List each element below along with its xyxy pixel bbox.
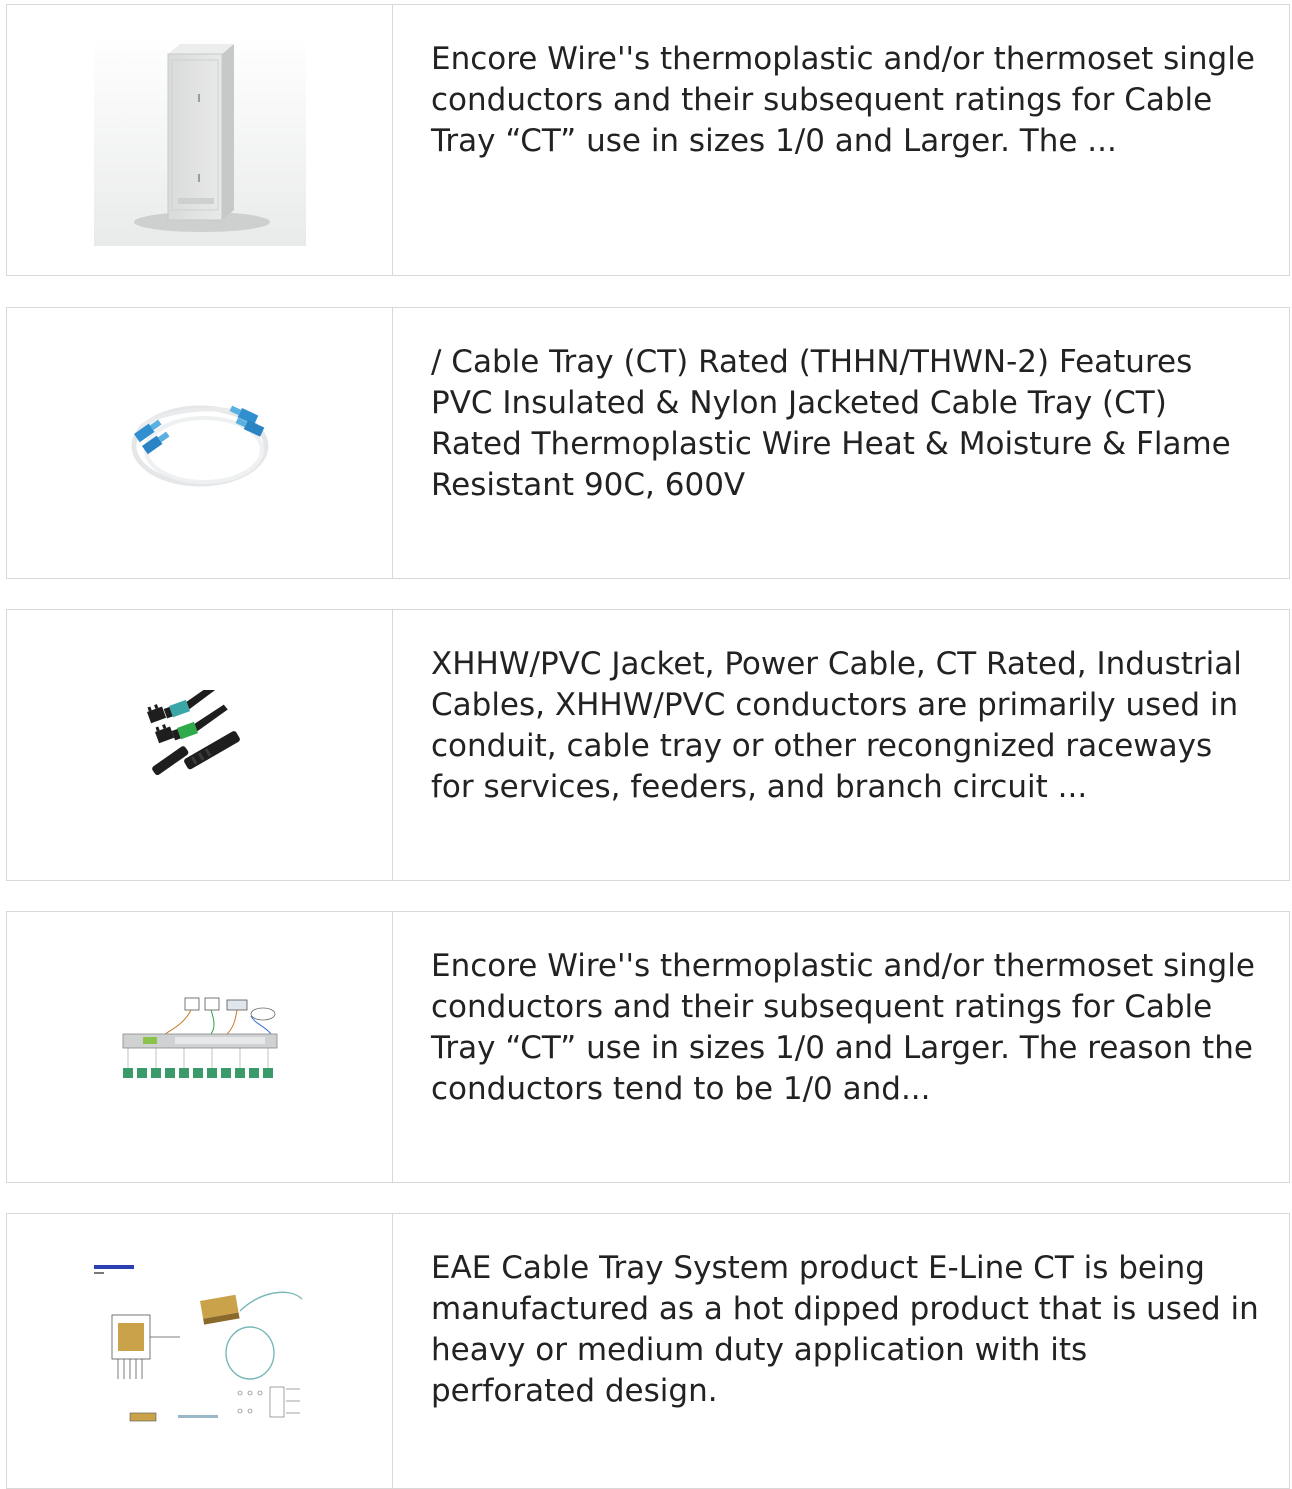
product-description: Encore Wire''s thermoplastic and/or ther… (431, 948, 1255, 1107)
product-description: EAE Cable Tray System product E-Line CT … (431, 1250, 1259, 1409)
network-diagram-image[interactable] (115, 992, 285, 1102)
outline-drawing-image[interactable] (90, 1261, 310, 1441)
product-description: / Cable Tray (CT) Rated (THHN/THWN-2) Fe… (431, 344, 1231, 503)
product-image-cell[interactable] (7, 1214, 393, 1488)
product-card[interactable]: Encore Wire''s thermoplastic and/or ther… (6, 4, 1290, 276)
product-card[interactable]: EAE Cable Tray System product E-Line CT … (6, 1213, 1290, 1489)
product-image-cell[interactable] (7, 610, 393, 880)
cabinet-image[interactable] (93, 34, 306, 246)
product-card[interactable]: Encore Wire''s thermoplastic and/or ther… (6, 911, 1290, 1183)
product-image-cell[interactable] (7, 308, 393, 578)
product-description: Encore Wire''s thermoplastic and/or ther… (431, 41, 1255, 159)
product-image-cell[interactable] (7, 5, 393, 275)
product-card[interactable]: / Cable Tray (CT) Rated (THHN/THWN-2) Fe… (6, 307, 1290, 579)
product-card[interactable]: XHHW/PVC Jacket, Power Cable, CT Rated, … (6, 609, 1290, 881)
mpo-connector-parts-image[interactable] (135, 690, 265, 800)
fiber-patch-cord-image[interactable] (120, 388, 280, 498)
product-image-cell[interactable] (7, 912, 393, 1182)
product-description: XHHW/PVC Jacket, Power Cable, CT Rated, … (431, 646, 1242, 805)
